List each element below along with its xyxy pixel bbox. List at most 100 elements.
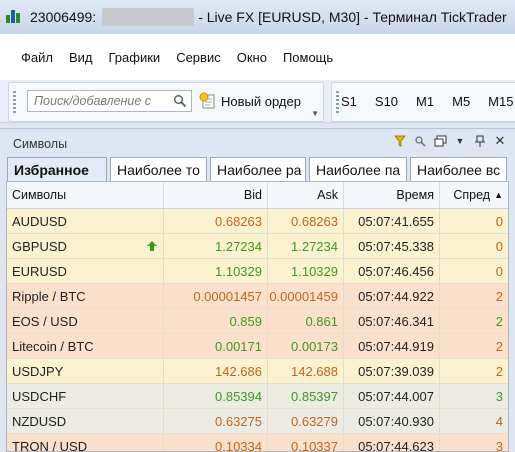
cell-bid: 0.859 <box>164 309 268 333</box>
menu-view[interactable]: Вид <box>61 50 101 65</box>
cell-bid: 0.63275 <box>164 409 268 433</box>
toolbar: Новый ордер ▼ S1 S10 M1 M5 M15 <box>0 80 515 123</box>
symbol-name: EURUSD <box>12 263 67 279</box>
table-body: AUDUSD 0.68263 0.68263 05:07:41.655 0 GBPUSD 1… <box>7 209 508 452</box>
tab-most-volatile[interactable]: Наиболее вс <box>410 157 507 181</box>
table-row[interactable]: EURUSD 1.10329 1.10329 05:07:46.456 0 <box>7 259 508 284</box>
cell-bid: 0.10334 <box>164 434 268 451</box>
float-window-icon[interactable] <box>431 133 449 149</box>
pin-icon[interactable] <box>471 133 489 149</box>
column-header-bid[interactable]: Bid <box>164 182 268 208</box>
cell-spread: 2 <box>495 313 503 329</box>
toolbar-grip[interactable] <box>336 91 339 115</box>
timeframe-toolbar-panel: S1 S10 M1 M5 M15 <box>331 82 515 122</box>
cell-ask: 0.00001459 <box>268 284 344 308</box>
cell-bid: 0.85394 <box>164 384 268 408</box>
cell-time: 05:07:39.039 <box>344 359 440 383</box>
menu-window[interactable]: Окно <box>229 50 275 65</box>
cell-spread: 4 <box>495 413 503 429</box>
close-icon[interactable]: ✕ <box>491 133 509 149</box>
table-row[interactable]: TRON / USD 0.10334 0.10337 05:07:44.623 3 <box>7 434 508 452</box>
timeframe-m15-button[interactable]: M15 <box>479 84 515 120</box>
symbol-name: TRON / USD <box>12 438 88 452</box>
cell-spread: 2 <box>495 338 503 354</box>
column-header-spread[interactable]: Спред ▲ <box>440 182 508 208</box>
symbol-name: GBPUSD <box>12 238 67 254</box>
cell-ask: 0.861 <box>268 309 344 333</box>
timeframe-s10-button[interactable]: S10 <box>366 84 407 120</box>
symbol-search-input[interactable] <box>28 91 164 111</box>
sort-ascending-icon: ▲ <box>494 190 503 200</box>
toolbar-grip[interactable] <box>13 91 16 115</box>
cell-spread: 0 <box>495 213 503 229</box>
menu-file[interactable]: Файл <box>0 50 61 65</box>
table-row[interactable]: EOS / USD 0.859 0.861 05:07:46.341 2 <box>7 309 508 334</box>
column-header-spread-label: Спред <box>453 188 491 202</box>
search-icon[interactable] <box>173 94 187 108</box>
table-row[interactable]: Litecoin / BTC 0.00171 0.00173 05:07:44.919… <box>7 334 508 359</box>
dropdown-icon[interactable]: ▼ <box>451 133 469 149</box>
column-header-time[interactable]: Время <box>344 182 440 208</box>
symbols-panel-title: Символы <box>13 137 68 151</box>
app-logo-icon <box>6 9 22 25</box>
cell-ask: 0.85397 <box>268 384 344 408</box>
table-row[interactable]: Ripple / BTC 0.00001457 0.00001459 05:07:44… <box>7 284 508 309</box>
new-order-button[interactable]: Новый ордер <box>199 89 301 113</box>
column-header-symbol[interactable]: Символы <box>7 182 164 208</box>
symbol-name: EOS / USD <box>12 313 78 329</box>
table-row[interactable]: NZDUSD 0.63275 0.63279 05:07:40.930 4 <box>7 409 508 434</box>
symbols-tabs: Избранное Наиболее то Наиболее ра Наибол… <box>0 155 515 181</box>
toolbar-overflow-icon[interactable]: ▼ <box>311 109 319 118</box>
title-bar: 23006499: - Live FX [EURUSD, M30] - Терм… <box>0 0 515 34</box>
cell-time: 05:07:44.919 <box>344 334 440 358</box>
search-toolbar-panel: Новый ордер ▼ <box>8 82 324 122</box>
cell-symbol: NZDUSD <box>7 409 164 433</box>
cell-symbol: USDCHF <box>7 384 164 408</box>
timeframe-m1-button[interactable]: M1 <box>407 84 443 120</box>
table-row[interactable]: USDJPY 142.686 142.688 05:07:39.039 2 <box>7 359 508 384</box>
cell-ask: 0.68263 <box>268 209 344 233</box>
symbol-name: NZDUSD <box>12 413 67 429</box>
tab-favorites[interactable]: Избранное <box>7 157 107 181</box>
menu-service[interactable]: Сервис <box>168 50 229 65</box>
new-order-label: Новый ордер <box>221 93 301 109</box>
cell-symbol: AUDUSD <box>7 209 164 233</box>
cell-time: 05:07:40.930 <box>344 409 440 433</box>
tab-most-growing[interactable]: Наиболее ра <box>210 157 306 181</box>
tab-most-falling[interactable]: Наиболее па <box>309 157 407 181</box>
cell-time: 05:07:44.922 <box>344 284 440 308</box>
price-up-arrow-icon <box>147 241 157 251</box>
cell-time: 05:07:45.338 <box>344 234 440 258</box>
menu-help[interactable]: Помощь <box>275 50 341 65</box>
menu-bar: Файл Вид Графики Сервис Окно Помощь <box>0 34 515 80</box>
cell-ask: 0.00173 <box>268 334 344 358</box>
cell-time: 05:07:46.341 <box>344 309 440 333</box>
panel-tools: ▼ ✕ <box>389 133 509 149</box>
symbol-name: USDCHF <box>12 388 67 404</box>
cell-ask: 0.10337 <box>268 434 344 451</box>
timeframe-m5-button[interactable]: M5 <box>443 84 479 120</box>
cell-spread: 2 <box>495 363 503 379</box>
window-title: - Live FX [EURUSD, M30] - Терминал TickT… <box>198 9 507 25</box>
cell-symbol: Litecoin / BTC <box>7 334 164 358</box>
account-number: 23006499: <box>30 9 97 25</box>
symbol-name: AUDUSD <box>12 213 67 229</box>
cell-spread: 3 <box>495 388 503 404</box>
cell-symbol: TRON / USD <box>7 434 164 452</box>
cell-ask: 1.10329 <box>268 259 344 283</box>
cell-ask: 142.688 <box>268 359 344 383</box>
filter-icon[interactable] <box>391 133 409 149</box>
menu-charts[interactable]: Графики <box>101 50 169 65</box>
cell-symbol: EURUSD <box>7 259 164 283</box>
zoom-icon[interactable] <box>411 133 429 149</box>
column-header-ask[interactable]: Ask <box>268 182 344 208</box>
tab-most-traded[interactable]: Наиболее то <box>110 157 207 181</box>
symbol-name: Ripple / BTC <box>12 288 86 304</box>
table-row[interactable]: USDCHF 0.85394 0.85397 05:07:44.007 3 <box>7 384 508 409</box>
table-header: Символы Bid Ask Время Спред ▲ <box>7 182 508 209</box>
cell-bid: 1.10329 <box>164 259 268 283</box>
table-row[interactable]: AUDUSD 0.68263 0.68263 05:07:41.655 0 <box>7 209 508 234</box>
cell-ask: 1.27234 <box>268 234 344 258</box>
cell-time: 05:07:44.623 <box>344 434 440 451</box>
table-row[interactable]: GBPUSD 1.27234 1.27234 05:07:45.338 0 <box>7 234 508 259</box>
